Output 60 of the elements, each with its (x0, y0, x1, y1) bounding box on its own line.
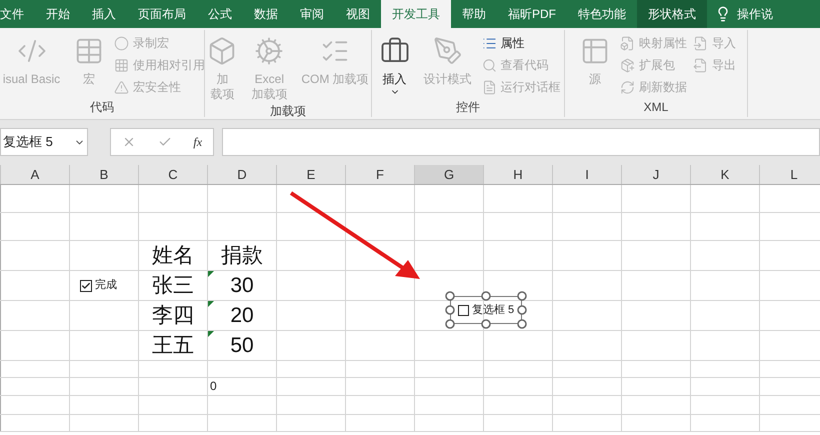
column-header[interactable]: K (691, 165, 760, 184)
ribbon-tab[interactable]: 数据 (243, 0, 289, 28)
ribbon-icon (482, 58, 496, 72)
ribbon-icon (482, 80, 496, 94)
group-label: 控件 (455, 99, 481, 116)
ribbon-tab[interactable]: 形状格式 (637, 0, 707, 28)
group-label: 加载项 (269, 103, 307, 120)
ribbon-tab[interactable]: 视图 (335, 0, 381, 28)
ribbon-icon (693, 58, 708, 72)
group-label: XML (642, 99, 670, 116)
ribbon-tab[interactable]: 开始 (35, 0, 81, 28)
ribbon-icon (620, 80, 635, 94)
ribbon-icon (432, 36, 462, 66)
ribbon-tab[interactable]: 公式 (197, 0, 243, 28)
cell-text: 捐款 (221, 243, 263, 269)
column-header[interactable]: D (208, 165, 277, 184)
cell-text: 30 (230, 273, 254, 299)
name-box[interactable]: 复选框 5 (0, 128, 88, 156)
column-header[interactable]: G (415, 165, 484, 184)
column-header[interactable]: C (139, 165, 208, 184)
checkbox[interactable] (80, 280, 92, 292)
ribbon-icon (114, 58, 130, 72)
insert-function-button[interactable]: fx (193, 133, 202, 151)
checkbox[interactable] (458, 304, 469, 316)
ribbon-tab[interactable]: 插入 (81, 0, 127, 28)
ribbon-tab[interactable]: 页面布局 (127, 0, 197, 28)
ribbon-icon (254, 36, 284, 66)
cell-text: 王五 (152, 333, 194, 359)
ribbon-tab[interactable]: 帮助 (451, 0, 497, 28)
formula-input[interactable] (222, 128, 820, 156)
cell-text: 20 (230, 303, 254, 329)
ribbon-icon (693, 36, 708, 50)
cell-text: 姓名 (152, 243, 194, 269)
cell-text: 张三 (152, 273, 194, 299)
ribbon-icon (620, 36, 635, 50)
cell-text: 50 (230, 333, 254, 359)
ribbon-icon (580, 36, 610, 66)
column-header[interactable]: A (1, 165, 70, 184)
ribbon-tab[interactable]: 开发工具 (381, 0, 451, 28)
checkbox-label: 复选框 5 (472, 302, 514, 318)
ribbon-tab[interactable]: 福昕PDF (497, 0, 567, 28)
column-header[interactable]: L (760, 165, 820, 184)
ribbon-tab[interactable]: 特色功能 (567, 0, 637, 28)
ribbon-tab[interactable]: 审阅 (289, 0, 335, 28)
column-header[interactable]: I (553, 165, 622, 184)
cell-text: 李四 (152, 303, 194, 329)
column-header[interactable]: H (484, 165, 553, 184)
ribbon-icon (114, 80, 130, 94)
column-header[interactable]: E (277, 165, 346, 184)
checkbox-label: 完成 (95, 278, 117, 294)
ribbon-button[interactable]: 属性 (482, 32, 560, 54)
ribbon-tab[interactable]: 文件 (0, 0, 35, 28)
group-label: 代码 (89, 99, 115, 116)
ribbon-button[interactable]: 插入 (376, 32, 414, 97)
column-header[interactable]: J (622, 165, 691, 184)
cell-text: 0 (209, 378, 217, 394)
tell-me-label[interactable]: 操作说 (737, 5, 773, 23)
column-header[interactable]: B (70, 165, 139, 184)
ribbon-icon (620, 58, 635, 72)
ribbon-icon (114, 36, 130, 50)
